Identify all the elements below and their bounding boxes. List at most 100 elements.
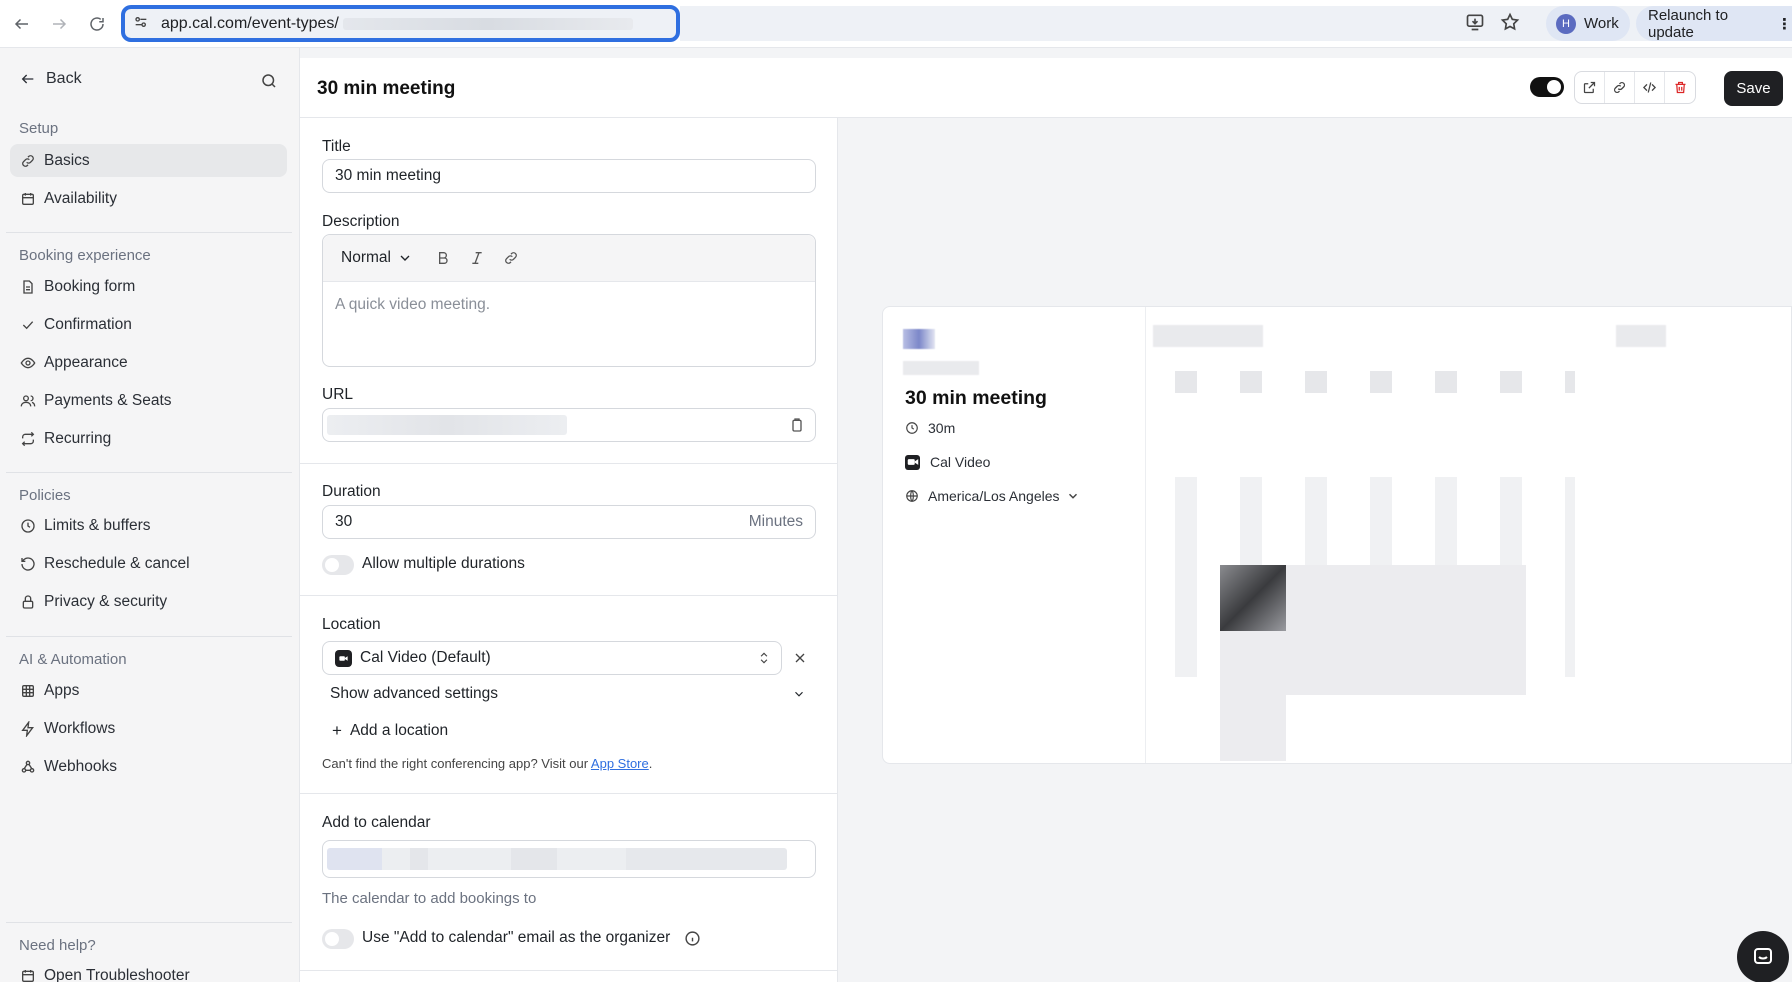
chat-icon: [1754, 948, 1772, 964]
description-editor: Normal A quick video meeting.: [322, 234, 816, 367]
sidebar-item-recurring[interactable]: Recurring: [10, 422, 287, 455]
sidebar-item-reschedule-cancel[interactable]: Reschedule & cancel: [10, 547, 287, 580]
add-location-button[interactable]: + Add a location: [332, 721, 448, 741]
divider: [6, 636, 292, 637]
embed-button[interactable]: [1635, 72, 1666, 103]
reload-icon[interactable]: [85, 12, 109, 36]
delete-button[interactable]: [1665, 72, 1695, 103]
sidebar-item-label: Recurring: [44, 429, 112, 447]
preview-title: 30 min meeting: [905, 387, 1047, 409]
bookmark-star-icon[interactable]: [1500, 12, 1524, 36]
rotate-icon: [21, 556, 35, 571]
clipboard-icon[interactable]: [789, 417, 805, 438]
location-label: Location: [322, 616, 381, 633]
sidebar-item-privacy-security[interactable]: Privacy & security: [10, 585, 287, 618]
browser-toolbar: app.cal.com/event-types/ H Work Relaunch…: [0, 0, 1792, 48]
url-input[interactable]: [322, 408, 816, 442]
lock-icon: [22, 594, 34, 609]
sidebar-item-payments-seats[interactable]: Payments & Seats: [10, 384, 287, 417]
section-title-need-help: Need help?: [19, 937, 96, 954]
preview-button[interactable]: [1575, 72, 1606, 103]
sidebar-item-workflows[interactable]: Workflows: [10, 712, 287, 745]
link-button[interactable]: [503, 250, 519, 266]
search-icon[interactable]: [260, 72, 278, 90]
title-input[interactable]: 30 min meeting: [322, 159, 816, 193]
duration-input[interactable]: 30 Minutes: [322, 505, 816, 539]
multiple-durations-toggle[interactable]: [322, 555, 354, 575]
chevron-down-icon: [1068, 493, 1077, 499]
weekday-row: [1175, 371, 1575, 393]
bold-button[interactable]: [435, 250, 451, 266]
location-select[interactable]: Cal Video (Default): [322, 641, 782, 675]
divider: [300, 793, 838, 794]
back-arrow-icon[interactable]: [10, 12, 34, 36]
external-link-icon: [1583, 81, 1596, 94]
advanced-settings-toggle[interactable]: Show advanced settings: [330, 685, 816, 703]
remove-location-icon[interactable]: [792, 650, 808, 670]
preview-location-value: Cal Video: [930, 454, 991, 470]
save-button[interactable]: Save: [1724, 71, 1783, 106]
app-store-link[interactable]: App Store: [591, 756, 649, 771]
conferencing-note: Can't find the right conferencing app? V…: [322, 756, 653, 771]
profile-button[interactable]: H Work: [1546, 6, 1630, 41]
calendar-row-extra: [1220, 631, 1286, 761]
copy-link-button[interactable]: [1605, 72, 1636, 103]
info-icon[interactable]: [684, 930, 701, 951]
sidebar-item-confirmation[interactable]: Confirmation: [10, 308, 287, 341]
add-location-label: Add a location: [349, 722, 449, 739]
section-title-policies: Policies: [19, 487, 71, 504]
sidebar-item-label: Open Troubleshooter: [44, 966, 190, 982]
italic-icon: [472, 252, 482, 264]
sidebar-item-label: Payments & Seats: [44, 391, 172, 409]
profile-label: Work: [1584, 15, 1619, 32]
sidebar-item-basics[interactable]: Basics: [10, 144, 287, 177]
sidebar-item-label: Webhooks: [44, 757, 117, 775]
sidebar-item-apps[interactable]: Apps: [10, 674, 287, 707]
sidebar-item-webhooks[interactable]: Webhooks: [10, 750, 287, 783]
forward-arrow-icon[interactable]: [47, 12, 71, 36]
file-icon: [23, 279, 33, 294]
url-label: URL: [322, 386, 354, 403]
address-bar-extension: [680, 6, 1680, 41]
format-dropdown[interactable]: Normal: [341, 249, 413, 267]
description-textarea[interactable]: A quick video meeting.: [323, 282, 815, 328]
preview-event-info: 30 min meeting 30m Cal Video America/Los…: [883, 307, 1146, 763]
sidebar-item-availability[interactable]: Availability: [10, 182, 287, 215]
calendar-hint: The calendar to add bookings to: [322, 890, 537, 907]
sidebar-item-appearance[interactable]: Appearance: [10, 346, 287, 379]
globe-icon: [906, 490, 918, 502]
video-camera-icon: [905, 454, 920, 470]
timezone-value: America/Los Angeles: [928, 488, 1060, 504]
hidden-toggle[interactable]: [1530, 77, 1564, 97]
site-settings-icon[interactable]: [133, 14, 149, 34]
preview-duration-value: 30m: [928, 420, 956, 436]
sidebar-item-label: Basics: [44, 151, 90, 169]
address-bar[interactable]: app.cal.com/event-types/: [121, 5, 680, 42]
link-icon: [505, 252, 517, 264]
more-menu-icon[interactable]: ⋮: [1777, 15, 1792, 33]
relaunch-button[interactable]: Relaunch to update ⋮: [1636, 6, 1792, 41]
install-app-icon[interactable]: [1465, 12, 1489, 36]
header-actions: [1574, 71, 1696, 104]
month-nav-redacted: [1616, 325, 1666, 347]
duration-label: Duration: [322, 483, 381, 500]
sidebar-item-booking-form[interactable]: Booking form: [10, 270, 287, 303]
grid-icon: [22, 684, 34, 697]
sidebar-item-open-troubleshooter[interactable]: Open Troubleshooter: [10, 959, 287, 982]
calendar-icon: [22, 969, 34, 982]
italic-button[interactable]: [469, 250, 485, 266]
section-title-setup: Setup: [19, 120, 59, 137]
divider: [300, 595, 838, 596]
organizer-email-toggle[interactable]: [322, 929, 354, 949]
arrow-left-icon: [21, 74, 34, 84]
timezone-select[interactable]: America/Los Angeles: [905, 488, 1080, 504]
chevron-down-icon: [795, 691, 803, 697]
selected-day: [1220, 565, 1286, 631]
back-button[interactable]: Back: [20, 70, 82, 88]
sidebar: Back Setup Basics Availability Booking e…: [0, 48, 300, 982]
support-chat-button[interactable]: [1737, 931, 1789, 982]
calendar-select[interactable]: [322, 840, 816, 878]
eye-icon: [20, 357, 36, 368]
sidebar-item-limits-buffers[interactable]: Limits & buffers: [10, 509, 287, 542]
sidebar-item-label: Confirmation: [44, 315, 132, 333]
